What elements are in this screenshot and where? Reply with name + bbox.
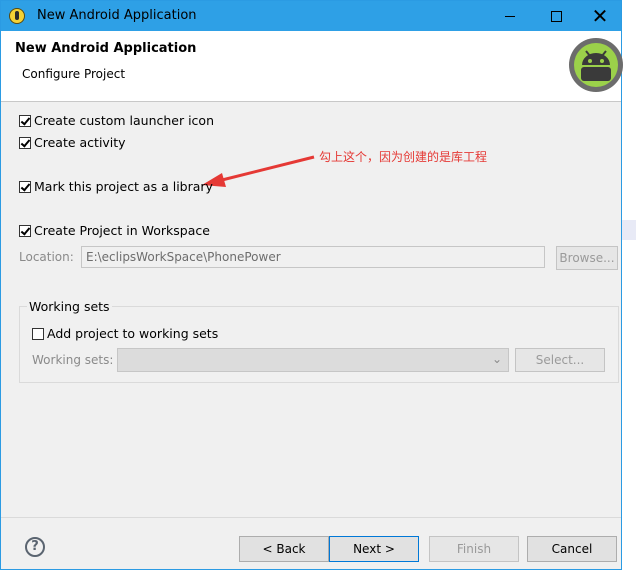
library-label: Mark this project as a library: [34, 179, 213, 194]
close-button[interactable]: ✕: [577, 1, 623, 31]
annotation-arrow-icon: [202, 155, 315, 187]
finish-button[interactable]: Finish: [429, 536, 519, 562]
launcher-icon-checkbox[interactable]: [19, 114, 31, 127]
add-working-sets-option[interactable]: Add project to working sets: [32, 325, 218, 343]
next-button[interactable]: Next >: [329, 536, 419, 562]
dialog-window: New Android Application ✕ New Android Ap…: [0, 0, 623, 570]
back-button[interactable]: < Back: [239, 536, 329, 562]
eclipse-app-icon: [9, 8, 25, 24]
background-editor: [622, 0, 636, 584]
workspace-label: Create Project in Workspace: [34, 223, 210, 238]
location-label: Location:: [19, 250, 74, 264]
workspace-checkbox[interactable]: [19, 224, 31, 237]
window-title: New Android Application: [37, 8, 197, 23]
launcher-icon-label: Create custom launcher icon: [34, 113, 215, 128]
maximize-button[interactable]: [533, 1, 579, 31]
chevron-down-icon: ⌄: [491, 352, 502, 366]
workspace-option[interactable]: Create Project in Workspace: [19, 222, 210, 240]
working-sets-label: Working sets:: [32, 353, 114, 367]
maximize-icon: [550, 11, 562, 22]
annotation-text: 勾上这个，因为创建的是库工程: [319, 150, 488, 164]
title-bar: New Android Application ✕: [1, 1, 621, 31]
footer-divider: [1, 517, 621, 518]
android-logo-icon: [569, 38, 623, 92]
browse-button[interactable]: Browse...: [556, 246, 618, 270]
location-field[interactable]: E:\eclipsWorkSpace\PhonePower: [81, 246, 545, 268]
working-sets-combo[interactable]: ⌄: [117, 348, 509, 372]
library-option[interactable]: Mark this project as a library: [19, 178, 213, 196]
wizard-subtitle: Configure Project: [22, 67, 126, 81]
launcher-icon-option[interactable]: Create custom launcher icon: [19, 112, 214, 130]
library-checkbox[interactable]: [19, 180, 31, 193]
activity-option[interactable]: Create activity: [19, 134, 126, 152]
minimize-button[interactable]: [487, 1, 533, 31]
cancel-button[interactable]: Cancel: [527, 536, 617, 562]
activity-checkbox[interactable]: [19, 136, 31, 149]
wizard-title: New Android Application: [15, 41, 197, 56]
add-working-sets-label: Add project to working sets: [47, 326, 219, 341]
minimize-icon: [505, 16, 515, 17]
add-working-sets-checkbox[interactable]: [32, 327, 44, 340]
editor-highlight: [622, 220, 636, 240]
select-button[interactable]: Select...: [515, 348, 605, 372]
activity-label: Create activity: [34, 135, 126, 150]
close-icon: ✕: [591, 4, 609, 28]
working-sets-title: Working sets: [27, 299, 112, 314]
wizard-header: New Android Application Configure Projec…: [1, 31, 623, 102]
help-icon[interactable]: ?: [25, 537, 45, 557]
